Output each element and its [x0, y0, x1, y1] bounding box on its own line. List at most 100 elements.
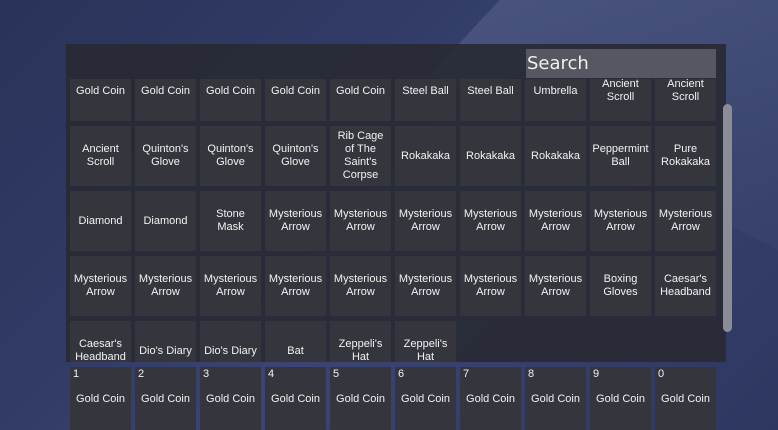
- inventory-slot[interactable]: Mysterious Arrow: [70, 256, 131, 316]
- inventory-slot[interactable]: Rokakaka: [460, 126, 521, 186]
- item-name: Dio's Diary: [204, 344, 257, 357]
- inventory-slot[interactable]: Mysterious Arrow: [135, 256, 196, 316]
- inventory-slot[interactable]: Pure Rokakaka: [655, 126, 716, 186]
- search-input[interactable]: [526, 49, 716, 78]
- item-name: Gold Coin: [271, 84, 320, 97]
- inventory-slot[interactable]: Mysterious Arrow: [330, 256, 391, 316]
- hotbar-slot[interactable]: 4 Gold Coin: [265, 367, 326, 430]
- inventory-slot[interactable]: Steel Ball: [460, 79, 521, 121]
- item-name: Gold Coin: [596, 393, 645, 405]
- item-name: Quinton's Glove: [272, 143, 319, 168]
- hotbar-key-number: 2: [138, 368, 145, 380]
- inventory-slot[interactable]: Mysterious Arrow: [330, 191, 391, 251]
- inventory-slot[interactable]: Boxing Gloves: [590, 256, 651, 316]
- inventory-slot[interactable]: Umbrella: [525, 79, 586, 121]
- item-name: Mysterious Arrow: [658, 208, 713, 233]
- inventory-slot[interactable]: Stone Mask: [200, 191, 261, 251]
- item-name: Peppermint Ball: [592, 143, 649, 168]
- item-name: Gold Coin: [206, 393, 255, 405]
- item-name: Mysterious Arrow: [528, 273, 583, 298]
- inventory-scroll-area[interactable]: Gold Coin Gold Coin Gold Coin Gold Coin Gold…: [66, 79, 720, 362]
- item-name: Ancient Scroll: [82, 143, 119, 168]
- inventory-slot[interactable]: Gold Coin: [265, 79, 326, 121]
- item-name: Mysterious Arrow: [398, 273, 453, 298]
- hotbar-slot[interactable]: 3 Gold Coin: [200, 367, 261, 430]
- inventory-slot[interactable]: Mysterious Arrow: [395, 191, 456, 251]
- item-name: Steel Ball: [467, 84, 514, 97]
- inventory-slot[interactable]: Mysterious Arrow: [200, 256, 261, 316]
- inventory-slot[interactable]: Peppermint Ball: [590, 126, 651, 186]
- inventory-slot[interactable]: Gold Coin: [200, 79, 261, 121]
- hotbar-slot[interactable]: 5 Gold Coin: [330, 367, 391, 430]
- inventory-slot[interactable]: Rokakaka: [525, 126, 586, 186]
- item-name: Zeppeli's Hat: [403, 338, 448, 362]
- inventory-slot[interactable]: Zeppeli's Hat: [330, 321, 391, 362]
- item-name: Stone Mask: [216, 208, 245, 233]
- item-name: Mysterious Arrow: [463, 208, 518, 233]
- item-name: Mysterious Arrow: [398, 208, 453, 233]
- item-name: Rokakaka: [531, 149, 580, 162]
- inventory-slot[interactable]: Mysterious Arrow: [460, 256, 521, 316]
- item-name: Quinton's Glove: [207, 143, 254, 168]
- item-name: Umbrella: [533, 84, 578, 97]
- inventory-slot[interactable]: Quinton's Glove: [135, 126, 196, 186]
- hotbar-slot[interactable]: 0 Gold Coin: [655, 367, 716, 430]
- inventory-slot[interactable]: Mysterious Arrow: [460, 191, 521, 251]
- inventory-slot[interactable]: Quinton's Glove: [200, 126, 261, 186]
- hotbar-slot[interactable]: 6 Gold Coin: [395, 367, 456, 430]
- hotbar-slot[interactable]: 7 Gold Coin: [460, 367, 521, 430]
- item-name: Mysterious Arrow: [333, 208, 388, 233]
- item-name: Rib Cage of The Saint's Corpse: [337, 130, 384, 181]
- inventory-slot[interactable]: Caesar's Headband: [70, 321, 131, 362]
- inventory-slot[interactable]: Mysterious Arrow: [525, 256, 586, 316]
- inventory-slot[interactable]: Mysterious Arrow: [590, 191, 651, 251]
- inventory-slot[interactable]: Quinton's Glove: [265, 126, 326, 186]
- hotbar-key-number: 1: [73, 368, 80, 380]
- inventory-slot[interactable]: Ancient Scroll: [590, 79, 651, 121]
- inventory-slot[interactable]: Gold Coin: [330, 79, 391, 121]
- hotbar-slot[interactable]: 1 Gold Coin: [70, 367, 131, 430]
- inventory-slot[interactable]: Diamond: [135, 191, 196, 251]
- inventory-scrollbar[interactable]: [723, 104, 732, 332]
- inventory-slot[interactable]: Zeppeli's Hat: [395, 321, 456, 362]
- hotbar-slot[interactable]: 8 Gold Coin: [525, 367, 586, 430]
- hotbar-key-number: 8: [528, 368, 535, 380]
- hotbar-key-number: 3: [203, 368, 210, 380]
- item-name: Ancient Scroll: [667, 79, 704, 103]
- item-name: Caesar's Headband: [75, 338, 126, 362]
- inventory-slot[interactable]: Ancient Scroll: [655, 79, 716, 121]
- inventory-slot[interactable]: Steel Ball: [395, 79, 456, 121]
- hotbar-key-number: 9: [593, 368, 600, 380]
- inventory-slot[interactable]: Rokakaka: [395, 126, 456, 186]
- inventory-slot[interactable]: Mysterious Arrow: [265, 191, 326, 251]
- inventory-slot[interactable]: Ancient Scroll: [70, 126, 131, 186]
- item-name: Rokakaka: [401, 149, 450, 162]
- inventory-slot[interactable]: Mysterious Arrow: [265, 256, 326, 316]
- item-name: Mysterious Arrow: [593, 208, 648, 233]
- item-name: Gold Coin: [271, 393, 320, 405]
- inventory-slot[interactable]: Caesar's Headband: [655, 256, 716, 316]
- inventory-slot[interactable]: Dio's Diary: [135, 321, 196, 362]
- inventory-slot[interactable]: Gold Coin: [135, 79, 196, 121]
- item-name: Steel Ball: [402, 84, 449, 97]
- item-name: Mysterious Arrow: [268, 273, 323, 298]
- hotbar-slot[interactable]: 2 Gold Coin: [135, 367, 196, 430]
- item-name: Diamond: [143, 214, 188, 227]
- item-name: Pure Rokakaka: [661, 143, 710, 168]
- inventory-slot[interactable]: Dio's Diary: [200, 321, 261, 362]
- item-name: Mysterious Arrow: [268, 208, 323, 233]
- inventory-slot[interactable]: Mysterious Arrow: [395, 256, 456, 316]
- inventory-slot[interactable]: Mysterious Arrow: [525, 191, 586, 251]
- inventory-slot[interactable]: Gold Coin: [70, 79, 131, 121]
- item-name: Bat: [287, 344, 304, 357]
- item-name: Gold Coin: [206, 84, 255, 97]
- item-name: Gold Coin: [76, 393, 125, 405]
- item-name: Gold Coin: [76, 84, 125, 97]
- inventory-slot[interactable]: Bat: [265, 321, 326, 362]
- hotbar-slot[interactable]: 9 Gold Coin: [590, 367, 651, 430]
- inventory-slot[interactable]: Rib Cage of The Saint's Corpse: [330, 126, 391, 186]
- inventory-slot[interactable]: Mysterious Arrow: [655, 191, 716, 251]
- item-name: Gold Coin: [141, 393, 190, 405]
- hotbar-key-number: 6: [398, 368, 405, 380]
- inventory-slot[interactable]: Diamond: [70, 191, 131, 251]
